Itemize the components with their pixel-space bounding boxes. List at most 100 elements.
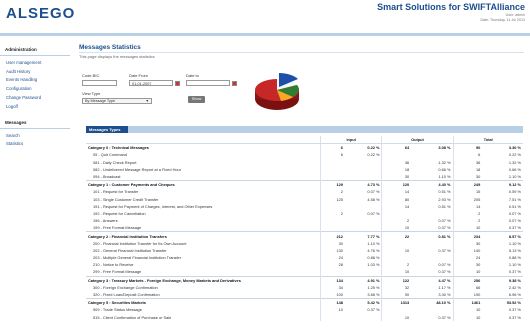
date-from-input[interactable]: 01-01-2007 bbox=[129, 80, 173, 86]
row-label: 103 - Single Customer Credit Transfer bbox=[93, 196, 159, 202]
code-bic-label: Code BIC bbox=[82, 73, 100, 78]
date-to-input[interactable] bbox=[186, 80, 230, 86]
sidebar-item-statistics[interactable]: Statistics bbox=[0, 139, 70, 148]
output-count[interactable]: 14 bbox=[381, 202, 412, 210]
table-row: 515 - Client Confirmation of Purchase or… bbox=[86, 313, 523, 321]
sidebar-item-user-management[interactable]: User management bbox=[0, 58, 70, 67]
output-count[interactable]: 2 bbox=[381, 217, 412, 225]
calendar-icon[interactable] bbox=[232, 80, 237, 86]
total-percent: 0.37 % bbox=[508, 225, 521, 231]
row-label: 509 - Trade Status Message bbox=[93, 307, 142, 313]
row-label: Category 2 : Financial Institution Trans… bbox=[86, 231, 321, 240]
output-count[interactable]: 10 bbox=[381, 224, 412, 232]
total-percent: 0.37 % bbox=[508, 269, 521, 275]
input-count[interactable]: 30 bbox=[319, 239, 345, 247]
output-percent bbox=[411, 210, 453, 217]
input-count[interactable]: 2 bbox=[319, 188, 345, 196]
output-count[interactable]: 36 bbox=[381, 158, 412, 166]
input-percent bbox=[345, 159, 382, 166]
input-count[interactable] bbox=[319, 158, 345, 166]
sidebar-item-logoff[interactable]: Logoff bbox=[0, 102, 70, 111]
output-count[interactable]: 2 bbox=[381, 261, 412, 269]
table-row: 081 - Daily Check Report 36 1.32 % 36 1.32 % bbox=[86, 158, 523, 166]
table-row: 200 - Financial Institution Transfer for… bbox=[86, 239, 523, 247]
input-count[interactable]: 28 bbox=[319, 261, 345, 269]
input-percent: 0.22 % bbox=[367, 152, 380, 158]
input-count[interactable]: 2 bbox=[319, 209, 345, 218]
input-count[interactable] bbox=[319, 224, 345, 232]
app-header: ALSEGO Smart Solutions for SWIFTAlliance… bbox=[0, 0, 530, 34]
input-count[interactable]: 34 bbox=[319, 283, 345, 291]
input-count[interactable]: 125 bbox=[319, 195, 345, 203]
output-percent: 3.30 % bbox=[438, 292, 451, 298]
sidebar-item-events-handling[interactable]: Events Handling bbox=[0, 76, 70, 85]
sidebar-item-audit-history[interactable]: Audit History bbox=[0, 67, 70, 76]
input-percent: 7.77 % bbox=[344, 231, 382, 240]
input-count[interactable] bbox=[319, 165, 345, 173]
tab-messages-types[interactable]: Messages Types bbox=[86, 126, 128, 133]
code-bic-input[interactable] bbox=[82, 80, 117, 86]
output-percent: 0.51 % bbox=[438, 203, 451, 209]
input-count[interactable]: 24 bbox=[319, 254, 345, 262]
calendar-icon[interactable] bbox=[175, 80, 180, 86]
total-count: 36 bbox=[452, 158, 483, 166]
input-count[interactable]: 10 bbox=[319, 306, 345, 314]
show-button[interactable]: Show bbox=[188, 96, 205, 103]
input-percent bbox=[345, 268, 382, 276]
row-label: 081 - Daily Check Report bbox=[93, 159, 137, 165]
output-count[interactable] bbox=[381, 209, 412, 218]
input-count[interactable]: 6 bbox=[319, 151, 345, 159]
output-count[interactable]: 18 bbox=[381, 165, 412, 173]
input-percent: 0.22 % bbox=[344, 143, 382, 152]
output-percent: 0.07 % bbox=[438, 218, 451, 224]
row-label: 210 - Notice to Receive bbox=[93, 262, 134, 268]
sidebar-item-search[interactable]: Search bbox=[0, 131, 70, 140]
output-count[interactable]: 14 bbox=[381, 188, 412, 196]
date-to-label: Date to bbox=[186, 73, 199, 78]
output-count[interactable]: 10 bbox=[381, 268, 412, 277]
table-row: 191 - Request for Payment of Charges, In… bbox=[86, 202, 523, 210]
output-count[interactable]: 90 bbox=[381, 290, 412, 299]
total-count: 24 bbox=[452, 254, 483, 262]
output-count: 64 bbox=[381, 143, 412, 152]
input-count[interactable] bbox=[319, 313, 345, 321]
total-count: 30 bbox=[452, 172, 483, 181]
output-count[interactable]: 32 bbox=[381, 283, 412, 291]
input-count[interactable]: 130 bbox=[319, 246, 345, 254]
row-label: 199 - Free Format Message bbox=[93, 225, 142, 231]
output-count[interactable]: 10 bbox=[381, 246, 412, 254]
sidebar-item-change-password[interactable]: Change Password bbox=[0, 93, 70, 102]
output-count[interactable]: 80 bbox=[381, 195, 412, 203]
input-count[interactable] bbox=[319, 217, 345, 225]
output-count[interactable] bbox=[381, 254, 412, 262]
row-label: 203 - Multiple General Financial Institu… bbox=[93, 255, 182, 261]
output-count[interactable] bbox=[381, 239, 412, 247]
output-count[interactable] bbox=[381, 151, 412, 159]
output-count[interactable]: 10 bbox=[381, 313, 412, 321]
output-count[interactable]: 30 bbox=[381, 172, 412, 181]
sidebar: Administration User management Audit His… bbox=[0, 44, 70, 148]
total-count: 140 bbox=[452, 246, 483, 254]
input-percent: 0.88 % bbox=[367, 255, 380, 261]
input-percent bbox=[345, 217, 382, 224]
sidebar-item-configuration[interactable]: Configuration bbox=[0, 84, 70, 93]
input-count[interactable] bbox=[319, 172, 345, 181]
table-row: 299 - Free Format Message 10 0.37 % 10 0.37 … bbox=[86, 268, 523, 277]
output-percent: 0.81 % bbox=[411, 231, 453, 240]
input-count[interactable]: 100 bbox=[319, 290, 345, 299]
row-label: Category 5 : Securities Markets bbox=[86, 298, 321, 307]
output-percent bbox=[411, 306, 453, 313]
output-count[interactable] bbox=[381, 306, 412, 314]
view-type-select[interactable]: By Message Type ▼ bbox=[82, 98, 152, 104]
output-percent: 3.08 % bbox=[411, 143, 453, 152]
row-label: 202 - General Financial Institution Tran… bbox=[93, 247, 167, 253]
input-count[interactable] bbox=[319, 202, 345, 210]
total-percent: 53.52 % bbox=[482, 298, 523, 307]
output-percent: 1.32 % bbox=[438, 159, 451, 165]
input-count[interactable] bbox=[319, 268, 345, 277]
app-tagline: Smart Solutions for SWIFTAlliance bbox=[377, 2, 525, 12]
input-percent: 1.03 % bbox=[367, 262, 380, 268]
total-count: 10 bbox=[452, 313, 483, 321]
messages-types-tabbar: Messages Types bbox=[86, 126, 523, 133]
output-percent: 2.93 % bbox=[438, 196, 451, 202]
